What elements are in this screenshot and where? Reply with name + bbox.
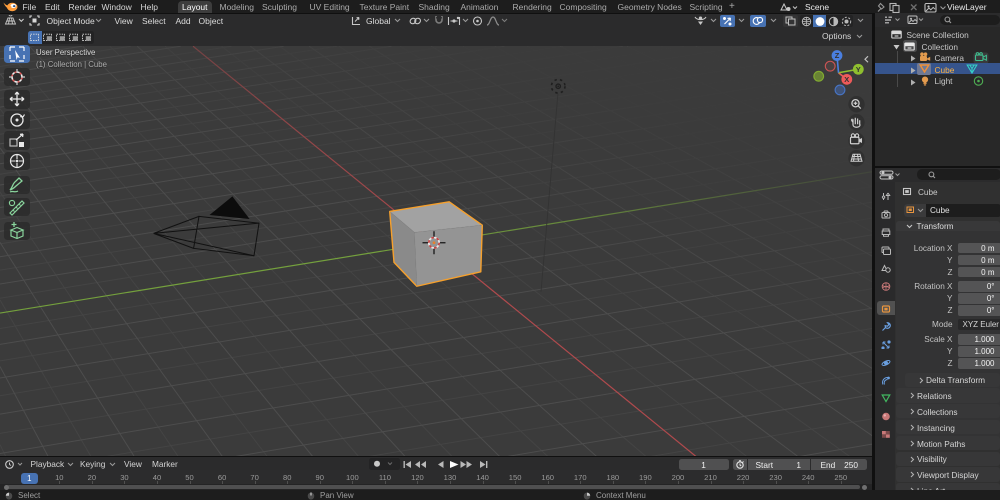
svg-text:X: X bbox=[844, 74, 849, 83]
svg-text:Z: Z bbox=[835, 51, 840, 60]
svg-text:Y: Y bbox=[856, 64, 861, 73]
